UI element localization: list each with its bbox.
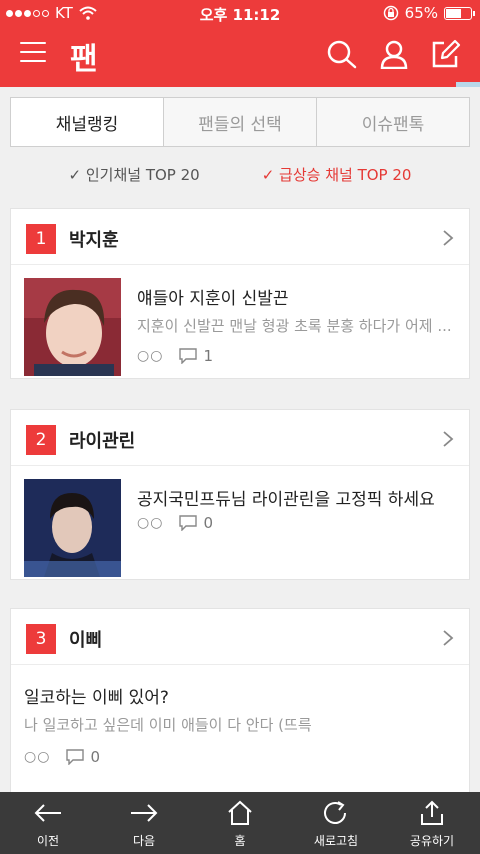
chevron-right-icon: [443, 630, 454, 646]
comment-icon: [179, 348, 198, 364]
nav-label: 다음: [132, 834, 156, 848]
nav-home-button[interactable]: 홈: [192, 792, 288, 854]
ranking-tabs: 채널랭킹 팬들의 선택 이슈팬톡: [10, 97, 470, 147]
tab-fans-choice[interactable]: 팬들의 선택: [164, 98, 317, 146]
post-description: 지훈이 신발끈 맨날 형광 초록 분홍 하다가 어제 ...: [137, 317, 452, 335]
search-icon[interactable]: [326, 39, 358, 69]
filter-popular-top20[interactable]: ✓ 인기채널 TOP 20: [69, 164, 200, 194]
channel-card: 3 이삐 일코하는 이삐 있어? 나 일코하고 싶은데 이미 애들이 다 안다 …: [10, 608, 470, 796]
post-title: 공지국민프듀님 라이관린을 고정픽 하세요: [137, 490, 435, 510]
post-title: 얘들아 지훈이 신발끈: [137, 289, 289, 309]
post-description: 나 일코하고 싶은데 이미 애들이 다 안다 (뜨륵: [24, 716, 312, 734]
comment-icon: [66, 749, 85, 765]
channel-header[interactable]: 1 박지훈: [11, 209, 469, 265]
comment-icon: [179, 515, 198, 531]
nav-share-button[interactable]: 공유하기: [384, 792, 480, 854]
comment-meta: 0: [66, 748, 100, 766]
channel-card: 2 라이관린 공지국민프듀님 라이관린을 고정픽 하세요 ○○ 0: [10, 409, 470, 580]
battery-icon: [444, 6, 475, 20]
status-bar: KT 오후 11:12 65%: [0, 0, 480, 26]
refresh-icon: [324, 801, 346, 824]
view-count: ○○: [137, 515, 164, 531]
nav-label: 새로고침: [313, 834, 359, 848]
view-count: ○○: [24, 749, 51, 765]
post-thumbnail: [24, 479, 121, 577]
user-icon[interactable]: [378, 39, 410, 69]
nav-back-button[interactable]: 이전: [0, 792, 96, 854]
rank-badge: 1: [26, 224, 56, 254]
post-meta: ○○ 0: [137, 514, 213, 532]
nav-label: 이전: [36, 834, 60, 848]
post-item[interactable]: 얘들아 지훈이 신발끈 지훈이 신발끈 맨날 형광 초록 분홍 하다가 어제 .…: [11, 265, 469, 378]
rank-badge: 3: [26, 624, 56, 654]
nav-refresh-button[interactable]: 새로고침: [288, 792, 384, 854]
nav-label: 홈: [234, 834, 246, 848]
share-icon: [421, 800, 443, 825]
channel-name: 라이관린: [69, 431, 136, 452]
comment-count: 0: [203, 514, 213, 532]
app-logo[interactable]: 팬: [70, 34, 98, 78]
arrow-right-icon: [131, 804, 158, 822]
chevron-right-icon: [443, 431, 454, 447]
battery-percent: 65%: [404, 4, 438, 22]
channel-header[interactable]: 3 이삐: [11, 609, 469, 665]
tab-channel-ranking[interactable]: 채널랭킹: [11, 98, 164, 146]
rank-badge: 2: [26, 425, 56, 455]
post-item[interactable]: 일코하는 이삐 있어? 나 일코하고 싶은데 이미 애들이 다 안다 (뜨륵 ○…: [11, 665, 469, 795]
bottom-navigation: 이전 다음 홈 새로고침 공유하기: [0, 792, 480, 854]
post-item[interactable]: 공지국민프듀님 라이관린을 고정픽 하세요 ○○ 0: [11, 466, 469, 579]
write-icon[interactable]: [430, 39, 462, 69]
menu-icon[interactable]: [20, 42, 46, 64]
app-header: 팬: [0, 26, 480, 82]
filter-rising-top20[interactable]: ✓ 급상승 채널 TOP 20: [262, 164, 412, 194]
tab-issue-fantalk[interactable]: 이슈팬톡: [317, 98, 469, 146]
post-thumbnail: [24, 278, 121, 376]
comment-count: 1: [203, 347, 213, 365]
home-icon: [228, 800, 252, 825]
post-title: 일코하는 이삐 있어?: [24, 688, 169, 708]
comment-meta: 0: [179, 514, 213, 532]
channel-card: 1 박지훈 얘들아 지훈이 신발끈 지훈이 신발끈 맨날 형광 초록 분홍 하다…: [10, 208, 470, 379]
header-actions: [326, 39, 462, 69]
orientation-lock-icon: [383, 5, 398, 21]
nav-forward-button[interactable]: 다음: [96, 792, 192, 854]
ranking-filters: ✓ 인기채널 TOP 20 ✓ 급상승 채널 TOP 20: [0, 164, 480, 194]
page-progress-strip: [0, 82, 480, 87]
nav-label: 공유하기: [409, 834, 455, 848]
post-meta: ○○ 1: [137, 347, 213, 365]
channel-name: 박지훈: [69, 230, 119, 251]
channel-header[interactable]: 2 라이관린: [11, 410, 469, 466]
channel-name: 이삐: [69, 630, 103, 651]
comment-meta: 1: [179, 347, 213, 365]
view-count: ○○: [137, 348, 164, 364]
chevron-right-icon: [443, 230, 454, 246]
arrow-left-icon: [34, 804, 61, 822]
status-right: 65%: [383, 4, 475, 22]
comment-count: 0: [90, 748, 100, 766]
post-meta: ○○ 0: [24, 748, 100, 766]
